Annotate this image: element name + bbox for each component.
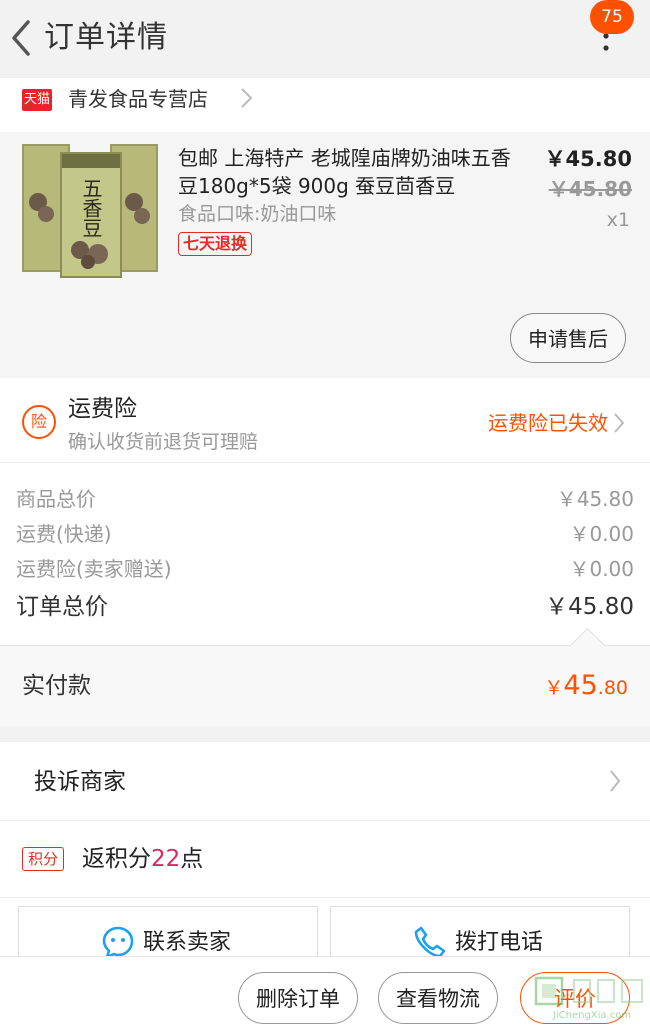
insurance-fee-value: ￥0.00 [569, 557, 634, 581]
chevron-right-icon [614, 413, 625, 433]
currency-symbol: ￥ [544, 677, 564, 699]
call-phone-button[interactable]: 拨打电话 [330, 906, 630, 962]
goods-total-value: ￥45.80 [556, 487, 634, 511]
site-watermark: JiChengXia.com [534, 976, 643, 1021]
insurance-fee-label: 运费险(卖家赠送) [16, 557, 172, 581]
insurance-status[interactable]: 运费险已失效 [488, 408, 608, 438]
delete-order-button[interactable]: 删除订单 [238, 972, 358, 1024]
points-text: 返积分22点 [82, 843, 203, 875]
phone-icon [414, 926, 446, 958]
product-price: ￥45.80 [544, 147, 632, 171]
points-suffix: 点 [180, 846, 204, 872]
actual-payment-label: 实付款 [22, 673, 91, 699]
chevron-right-icon [610, 770, 621, 792]
points-prefix: 返积分 [82, 846, 151, 872]
order-total-value: ￥45.80 [545, 594, 634, 620]
amount-decimal: .80 [597, 677, 628, 699]
actual-payment-value: ￥45.80 [544, 668, 628, 707]
tmall-logo: 天猫 [22, 89, 52, 111]
product-original-price: ￥45.80 [548, 177, 632, 201]
call-phone-label: 拨打电话 [455, 930, 544, 955]
insurance-icon: 险 [22, 405, 56, 439]
back-arrow-icon[interactable] [8, 18, 34, 58]
points-count: 22 [151, 846, 181, 872]
chevron-right-icon [241, 88, 253, 108]
points-icon: 积分 [22, 847, 64, 871]
page-title: 订单详情 [44, 20, 168, 55]
insurance-subtitle: 确认收货前退货可理赔 [68, 431, 259, 453]
order-total-label: 订单总价 [16, 594, 108, 620]
contact-seller-button[interactable]: 联系卖家 [18, 906, 318, 962]
store-name[interactable]: 青发食品专营店 [68, 84, 208, 114]
svg-text:JiChengXia.com: JiChengXia.com [552, 1010, 631, 1021]
apply-after-sale-button[interactable]: 申请售后 [510, 313, 626, 363]
shipping-fee-label: 运费(快递) [16, 522, 112, 546]
amount-integer: 45 [563, 670, 598, 701]
contact-seller-label: 联系卖家 [143, 930, 232, 955]
view-logistics-button[interactable]: 查看物流 [378, 972, 498, 1024]
insurance-title: 运费险 [68, 396, 137, 422]
message-count-badge: 75 [590, 0, 634, 34]
goods-total-label: 商品总价 [16, 487, 96, 511]
chat-bubble-icon [102, 926, 134, 959]
return-policy-badge: 七天退换 [178, 232, 253, 256]
shipping-fee-value: ￥0.00 [569, 522, 634, 546]
svg-text:五香豆: 五香豆 [79, 178, 103, 238]
product-title[interactable]: 包邮 上海特产 老城隍庙牌奶油味五香豆180g*5袋 900g 蚕豆茴香豆 [178, 144, 518, 200]
product-sku: 食品口味:奶油口味 [178, 203, 337, 225]
complain-seller-label[interactable]: 投诉商家 [34, 766, 126, 798]
product-quantity: x1 [606, 209, 630, 231]
product-image[interactable]: 五香豆 [22, 142, 160, 280]
